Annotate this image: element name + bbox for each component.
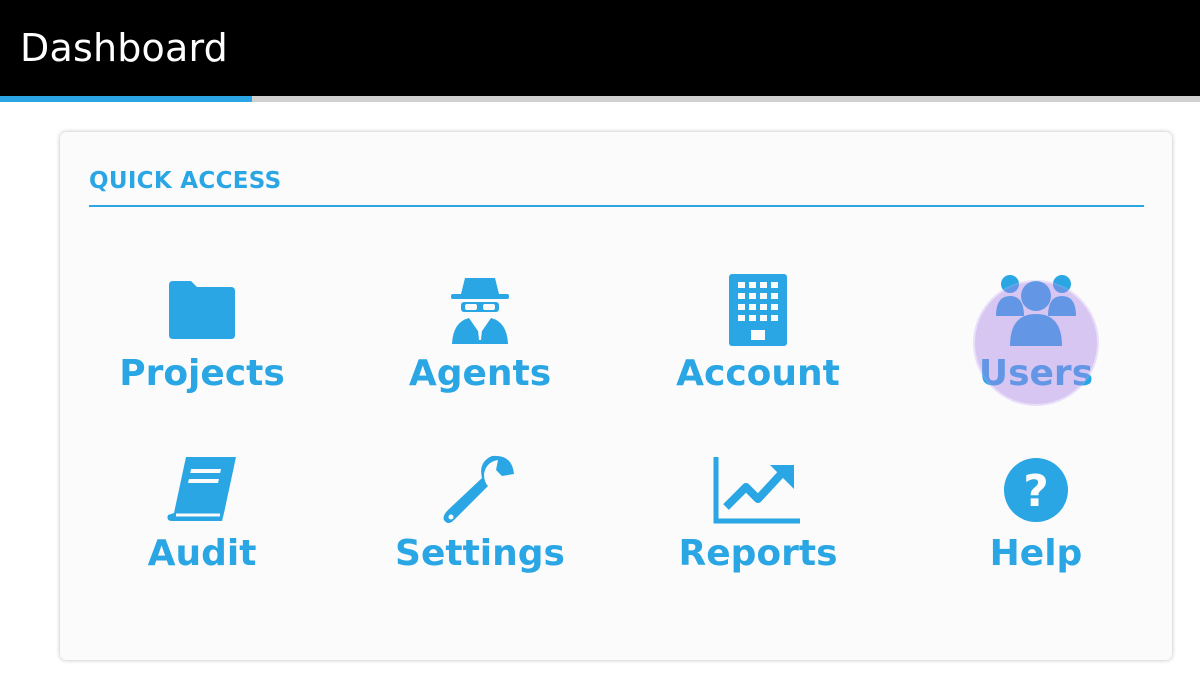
tile-label: Users <box>978 353 1094 394</box>
book-icon <box>92 452 312 528</box>
tile-audit[interactable]: Audit <box>92 452 312 602</box>
wrench-icon <box>370 452 590 528</box>
tile-label: Account <box>676 353 840 394</box>
svg-text:?: ? <box>1023 466 1049 517</box>
tile-label: Agents <box>408 353 552 394</box>
tile-label: Help <box>989 533 1083 574</box>
progress-bar <box>0 96 1200 102</box>
tile-help[interactable]: ? Help <box>926 452 1146 602</box>
tile-label: Reports <box>678 533 838 574</box>
quick-access-panel: QUICK ACCESS Projects Agents Account Use… <box>60 132 1172 660</box>
tile-account[interactable]: Account <box>648 272 868 422</box>
tile-settings[interactable]: Settings <box>370 452 590 602</box>
tile-projects[interactable]: Projects <box>92 272 312 422</box>
tile-label: Projects <box>119 353 285 394</box>
tile-reports[interactable]: Reports <box>648 452 868 602</box>
folder-icon <box>92 272 312 348</box>
tile-label: Audit <box>147 533 257 574</box>
progress-fill <box>0 96 252 102</box>
top-bar: Dashboard <box>0 0 1200 96</box>
users-icon <box>926 272 1146 348</box>
page-title: Dashboard <box>20 26 228 70</box>
quick-access-heading: QUICK ACCESS <box>89 168 282 194</box>
tile-label: Settings <box>395 533 565 574</box>
divider <box>89 205 1144 207</box>
tile-agents[interactable]: Agents <box>370 272 590 422</box>
spy-icon <box>370 272 590 348</box>
building-icon <box>648 272 868 348</box>
question-circle-icon: ? <box>926 452 1146 528</box>
line-chart-icon <box>648 452 868 528</box>
tile-users[interactable]: Users <box>926 272 1146 422</box>
